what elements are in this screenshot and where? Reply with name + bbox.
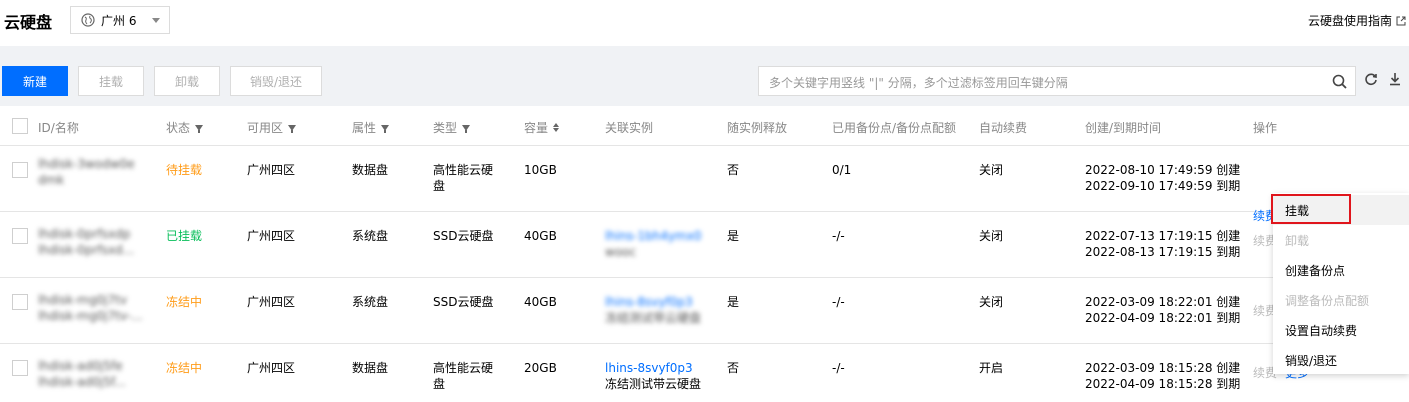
mount-button[interactable]: 挂载 <box>78 66 144 96</box>
zone-cell: 广州四区 <box>247 361 296 375</box>
status-badge: 冻结中 <box>166 361 203 375</box>
row-checkbox[interactable] <box>12 360 28 376</box>
region-value: 广州 6 <box>101 13 137 28</box>
chevron-down-icon <box>152 18 160 23</box>
capacity-cell: 20GB <box>524 361 557 375</box>
disk-id[interactable]: lhdisk-ad0j5fe lhdisk-ad0j5f... <box>38 358 126 390</box>
disk-table: ID/名称 状态 可用区 属性 类型 容量 关联实例 随实例释放 已用备份点/备… <box>0 106 1409 402</box>
unmount-button[interactable]: 卸载 <box>154 66 220 96</box>
attr-cell: 数据盘 <box>352 361 389 375</box>
time-cell: 2022-08-10 17:49:59 创建 2022-09-10 17:49:5… <box>1085 163 1241 193</box>
backup-cell: -/- <box>832 361 845 375</box>
region-select[interactable]: 广州 6 <box>70 6 170 34</box>
time-cell: 2022-07-13 17:19:15 创建 2022-08-13 17:19:1… <box>1085 229 1241 259</box>
top-bar: 云硬盘 广州 6 云硬盘使用指南 <box>0 0 1409 46</box>
col-ops: 操作 <box>1253 121 1278 135</box>
col-time: 创建/到期时间 <box>1085 121 1162 135</box>
col-id: ID/名称 <box>38 121 79 135</box>
auto-renew-cell: 关闭 <box>979 229 1004 243</box>
auto-renew-cell: 开启 <box>979 361 1004 375</box>
menu-item-create-backup[interactable]: 创建备份点 <box>1273 255 1409 285</box>
page-title: 云硬盘 <box>4 13 53 32</box>
col-instance: 关联实例 <box>605 121 654 135</box>
table-row: lhdisk-3wodw0e dmk 待挂载 广州四区 数据盘 高性能云硬盘 10… <box>0 146 1409 223</box>
guide-link-label: 云硬盘使用指南 <box>1307 14 1392 28</box>
attr-cell: 系统盘 <box>352 229 389 243</box>
search-placeholder: 多个关键字用竖线 "|" 分隔，多个过滤标签用回车键分隔 <box>769 76 1068 90</box>
col-release: 随实例释放 <box>727 121 788 135</box>
search-icon[interactable] <box>1332 74 1347 89</box>
toolbar: 新建 挂载 卸载 销毁/退还 多个关键字用竖线 "|" 分隔，多个过滤标签用回车… <box>0 46 1409 106</box>
col-zone[interactable]: 可用区 <box>247 119 297 136</box>
table-row: lhdisk-ad0j5fe lhdisk-ad0j5f... 冻结中 广州四区 … <box>0 344 1409 402</box>
highlight-box <box>1271 194 1351 224</box>
disk-id[interactable]: lhdisk-3wodw0e dmk <box>38 156 135 188</box>
row-checkbox[interactable] <box>12 162 28 178</box>
status-badge: 待挂载 <box>166 163 203 177</box>
filter-icon[interactable] <box>462 124 471 133</box>
release-cell: 否 <box>727 361 740 375</box>
col-status[interactable]: 状态 <box>166 119 204 136</box>
type-cell: 高性能云硬盘 <box>433 361 494 391</box>
zone-cell: 广州四区 <box>247 229 296 243</box>
col-attr[interactable]: 属性 <box>352 119 390 136</box>
refresh-icon[interactable] <box>1364 72 1378 86</box>
table-row: lhdisk-0prfsxdp lhdisk-0prfsxd... 已挂载 广州四… <box>0 212 1409 278</box>
zone-cell: 广州四区 <box>247 163 296 177</box>
col-capacity[interactable]: 容量 <box>524 119 560 136</box>
backup-cell: -/- <box>832 229 845 243</box>
globe-icon <box>81 13 95 27</box>
attr-cell: 数据盘 <box>352 163 389 177</box>
external-link-icon <box>1396 16 1406 25</box>
auto-renew-cell: 关闭 <box>979 163 1004 177</box>
type-cell: 高性能云硬盘 <box>433 163 494 193</box>
zone-cell: 广州四区 <box>247 295 296 309</box>
download-icon[interactable] <box>1389 72 1401 86</box>
instance-cell[interactable]: lhins-8svyf0p3 冻结测试带云硬盘 <box>605 360 701 392</box>
col-backup: 已用备份点/备份点配额 <box>832 121 957 135</box>
release-cell: 是 <box>727 295 740 309</box>
status-badge: 已挂载 <box>166 229 203 243</box>
filter-icon[interactable] <box>288 124 297 133</box>
search-input[interactable]: 多个关键字用竖线 "|" 分隔，多个过滤标签用回车键分隔 <box>758 66 1356 96</box>
sort-icon[interactable] <box>553 123 560 132</box>
filter-icon[interactable] <box>195 124 204 133</box>
status-badge: 冻结中 <box>166 295 203 309</box>
type-cell: SSD云硬盘 <box>433 229 494 243</box>
capacity-cell: 40GB <box>524 229 557 243</box>
instance-cell[interactable]: lhins-8svyf0p3 冻结测试带云硬盘 <box>605 294 701 326</box>
menu-item-auto-renew[interactable]: 设置自动续费 <box>1273 315 1409 345</box>
destroy-button[interactable]: 销毁/退还 <box>230 66 322 96</box>
row-checkbox[interactable] <box>12 294 28 310</box>
table-header: ID/名称 状态 可用区 属性 类型 容量 关联实例 随实例释放 已用备份点/备… <box>0 106 1409 146</box>
create-button[interactable]: 新建 <box>2 66 68 96</box>
time-cell: 2022-03-09 18:15:28 创建 2022-04-09 18:15:2… <box>1085 361 1241 391</box>
disk-id[interactable]: lhdisk-0prfsxdp lhdisk-0prfsxd... <box>38 226 134 258</box>
guide-link[interactable]: 云硬盘使用指南 <box>1308 12 1406 29</box>
col-type[interactable]: 类型 <box>433 119 471 136</box>
menu-item-unmount: 卸载 <box>1285 233 1310 248</box>
capacity-cell: 40GB <box>524 295 557 309</box>
release-cell: 是 <box>727 229 740 243</box>
row-checkbox[interactable] <box>12 228 28 244</box>
col-auto-renew: 自动续费 <box>979 121 1028 135</box>
menu-item-destroy[interactable]: 销毁/退还 <box>1273 345 1409 375</box>
release-cell: 否 <box>727 163 740 177</box>
auto-renew-cell: 关闭 <box>979 295 1004 309</box>
instance-cell[interactable]: lhins-1bh4ymx0 wooc <box>605 228 701 260</box>
table-row: lhdisk-mg0j7tv lhdisk-mg0j7tv-... 冻结中 广州四… <box>0 278 1409 344</box>
select-all-checkbox[interactable] <box>12 118 28 134</box>
menu-item-adjust-backup-quota: 调整备份点配额 <box>1285 293 1370 308</box>
time-cell: 2022-03-09 18:22:01 创建 2022-04-09 18:22:0… <box>1085 295 1241 325</box>
backup-cell: 0/1 <box>832 163 852 177</box>
capacity-cell: 10GB <box>524 163 557 177</box>
backup-cell: -/- <box>832 295 845 309</box>
filter-icon[interactable] <box>381 124 390 133</box>
disk-id[interactable]: lhdisk-mg0j7tv lhdisk-mg0j7tv-... <box>38 292 143 324</box>
attr-cell: 系统盘 <box>352 295 389 309</box>
type-cell: SSD云硬盘 <box>433 295 494 309</box>
